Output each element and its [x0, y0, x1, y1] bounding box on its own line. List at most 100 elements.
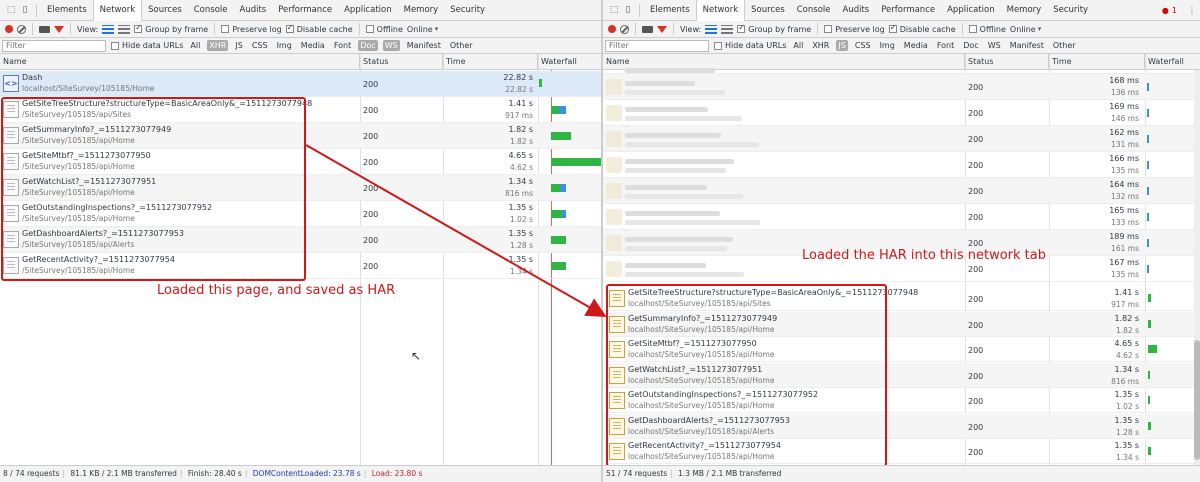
- request-row-blurred[interactable]: 200 165 ms 133 ms: [603, 204, 1200, 230]
- column-waterfall[interactable]: Waterfall: [538, 54, 601, 70]
- screenshot-icon[interactable]: [39, 25, 50, 33]
- tab-network[interactable]: Network: [92, 0, 143, 21]
- column-time[interactable]: Time: [443, 54, 538, 70]
- request-row-blurred[interactable]: 200 168 ms 136 ms: [603, 74, 1200, 100]
- disable-cache-checkbox[interactable]: Disable cache: [888, 23, 956, 34]
- type-img[interactable]: Img: [275, 40, 294, 51]
- filter-input[interactable]: [605, 39, 709, 52]
- request-row-blurred[interactable]: 200 169 ms 146 ms: [603, 100, 1200, 126]
- preserve-log-checkbox[interactable]: Preserve log: [824, 25, 885, 34]
- filter-input[interactable]: [2, 39, 106, 52]
- throttle-dropdown[interactable]: Online: [407, 25, 438, 34]
- tab-security[interactable]: Security: [1047, 0, 1094, 21]
- request-status: 200: [968, 187, 984, 196]
- type-xhr[interactable]: XHR: [207, 40, 229, 51]
- type-other[interactable]: Other: [1051, 40, 1078, 51]
- waterfall-bar: [1147, 187, 1149, 195]
- offline-checkbox[interactable]: Offline: [968, 25, 1006, 34]
- request-row-blurred[interactable]: 200 166 ms 135 ms: [603, 152, 1200, 178]
- overview-icon[interactable]: [118, 24, 131, 34]
- type-js[interactable]: JS: [836, 40, 848, 51]
- type-img[interactable]: Img: [878, 40, 897, 51]
- record-icon[interactable]: [5, 25, 13, 33]
- tab-performance[interactable]: Performance: [875, 0, 941, 21]
- hide-data-urls-checkbox[interactable]: Hide data URLs: [111, 41, 183, 50]
- right-devtools-pane: ⬚ ▯ Elements Network Sources Console Aud…: [603, 0, 1200, 482]
- tab-memory[interactable]: Memory: [1001, 0, 1048, 21]
- error-badge[interactable]: ● 1 ⋮: [1162, 6, 1200, 15]
- type-doc[interactable]: Doc: [358, 40, 378, 51]
- request-row-blurred[interactable]: 200 162 ms 131 ms: [603, 126, 1200, 152]
- tab-sources[interactable]: Sources: [142, 0, 188, 21]
- type-css[interactable]: CSS: [250, 40, 270, 51]
- tab-console[interactable]: Console: [791, 0, 837, 21]
- finish-time: Finish: 28.40 s: [187, 469, 242, 478]
- type-xhr[interactable]: XHR: [810, 40, 831, 51]
- request-time: 22.82 s: [503, 73, 533, 82]
- tab-elements[interactable]: Elements: [644, 0, 696, 21]
- group-by-frame-checkbox[interactable]: Group by frame: [134, 23, 208, 34]
- large-rows-icon[interactable]: [705, 24, 718, 34]
- throttle-dropdown[interactable]: Online: [1010, 25, 1041, 34]
- type-all[interactable]: All: [791, 40, 805, 51]
- request-time: 165 ms: [1109, 206, 1139, 215]
- request-latency: 1.02 s: [510, 215, 533, 224]
- request-table-header: Name Status Time Waterfall: [0, 54, 601, 70]
- request-latency: 146 ms: [1111, 114, 1139, 123]
- hide-data-urls-checkbox[interactable]: Hide data URLs: [714, 41, 786, 50]
- device-toolbar-icon[interactable]: ▯: [18, 3, 32, 17]
- blurred-name: [625, 133, 721, 138]
- type-media[interactable]: Media: [299, 40, 327, 51]
- inspect-icon[interactable]: ⬚: [607, 3, 621, 17]
- preserve-log-checkbox[interactable]: Preserve log: [221, 25, 282, 34]
- disable-cache-checkbox[interactable]: Disable cache: [285, 23, 353, 34]
- device-toolbar-icon[interactable]: ▯: [621, 3, 635, 17]
- type-doc[interactable]: Doc: [961, 40, 980, 51]
- inspect-icon[interactable]: ⬚: [4, 3, 18, 17]
- filter-icon[interactable]: [54, 25, 64, 33]
- request-time: 169 ms: [1109, 102, 1139, 111]
- large-rows-icon[interactable]: [102, 24, 115, 34]
- dom-content-loaded: DOMContentLoaded: 23.78 s: [252, 469, 361, 478]
- tab-application[interactable]: Application: [941, 0, 1001, 21]
- type-font[interactable]: Font: [332, 40, 353, 51]
- request-row-dash[interactable]: <> Dash localhost/SiteSurvey/105185/Home…: [0, 71, 601, 97]
- tab-elements[interactable]: Elements: [41, 0, 93, 21]
- column-status[interactable]: Status: [360, 54, 443, 70]
- tab-performance[interactable]: Performance: [272, 0, 338, 21]
- record-icon[interactable]: [608, 25, 616, 33]
- overview-icon[interactable]: [721, 24, 734, 34]
- tab-sources[interactable]: Sources: [745, 0, 791, 21]
- group-by-frame-checkbox[interactable]: Group by frame: [737, 23, 811, 34]
- scrollbar-thumb[interactable]: [1194, 340, 1200, 460]
- offline-checkbox[interactable]: Offline: [365, 25, 403, 34]
- tab-audits[interactable]: Audits: [837, 0, 876, 21]
- type-all[interactable]: All: [188, 40, 202, 51]
- type-css[interactable]: CSS: [853, 40, 873, 51]
- request-latency: 135 ms: [1111, 166, 1139, 175]
- type-manifest[interactable]: Manifest: [405, 40, 443, 51]
- tab-memory[interactable]: Memory: [398, 0, 445, 21]
- type-manifest[interactable]: Manifest: [1008, 40, 1046, 51]
- type-media[interactable]: Media: [902, 40, 930, 51]
- tab-application[interactable]: Application: [338, 0, 398, 21]
- blurred-name: [625, 237, 733, 242]
- clear-icon[interactable]: [17, 24, 26, 34]
- filter-icon[interactable]: [657, 25, 667, 33]
- left-devtools-pane: ⬚ ▯ Elements Network Sources Console Aud…: [0, 0, 601, 482]
- request-time: 189 ms: [1109, 232, 1139, 241]
- more-icon[interactable]: ⋮: [1188, 6, 1196, 15]
- type-font[interactable]: Font: [935, 40, 956, 51]
- type-other[interactable]: Other: [448, 40, 475, 51]
- type-ws[interactable]: WS: [382, 40, 400, 51]
- type-js[interactable]: JS: [233, 40, 244, 51]
- tab-security[interactable]: Security: [444, 0, 491, 21]
- type-ws[interactable]: WS: [986, 40, 1003, 51]
- clear-icon[interactable]: [620, 24, 629, 34]
- tab-network[interactable]: Network: [695, 0, 746, 21]
- tab-audits[interactable]: Audits: [234, 0, 273, 21]
- tab-console[interactable]: Console: [188, 0, 234, 21]
- request-row-blurred[interactable]: 200 164 ms 132 ms: [603, 178, 1200, 204]
- screenshot-icon[interactable]: [642, 25, 653, 33]
- column-name[interactable]: Name: [0, 54, 360, 70]
